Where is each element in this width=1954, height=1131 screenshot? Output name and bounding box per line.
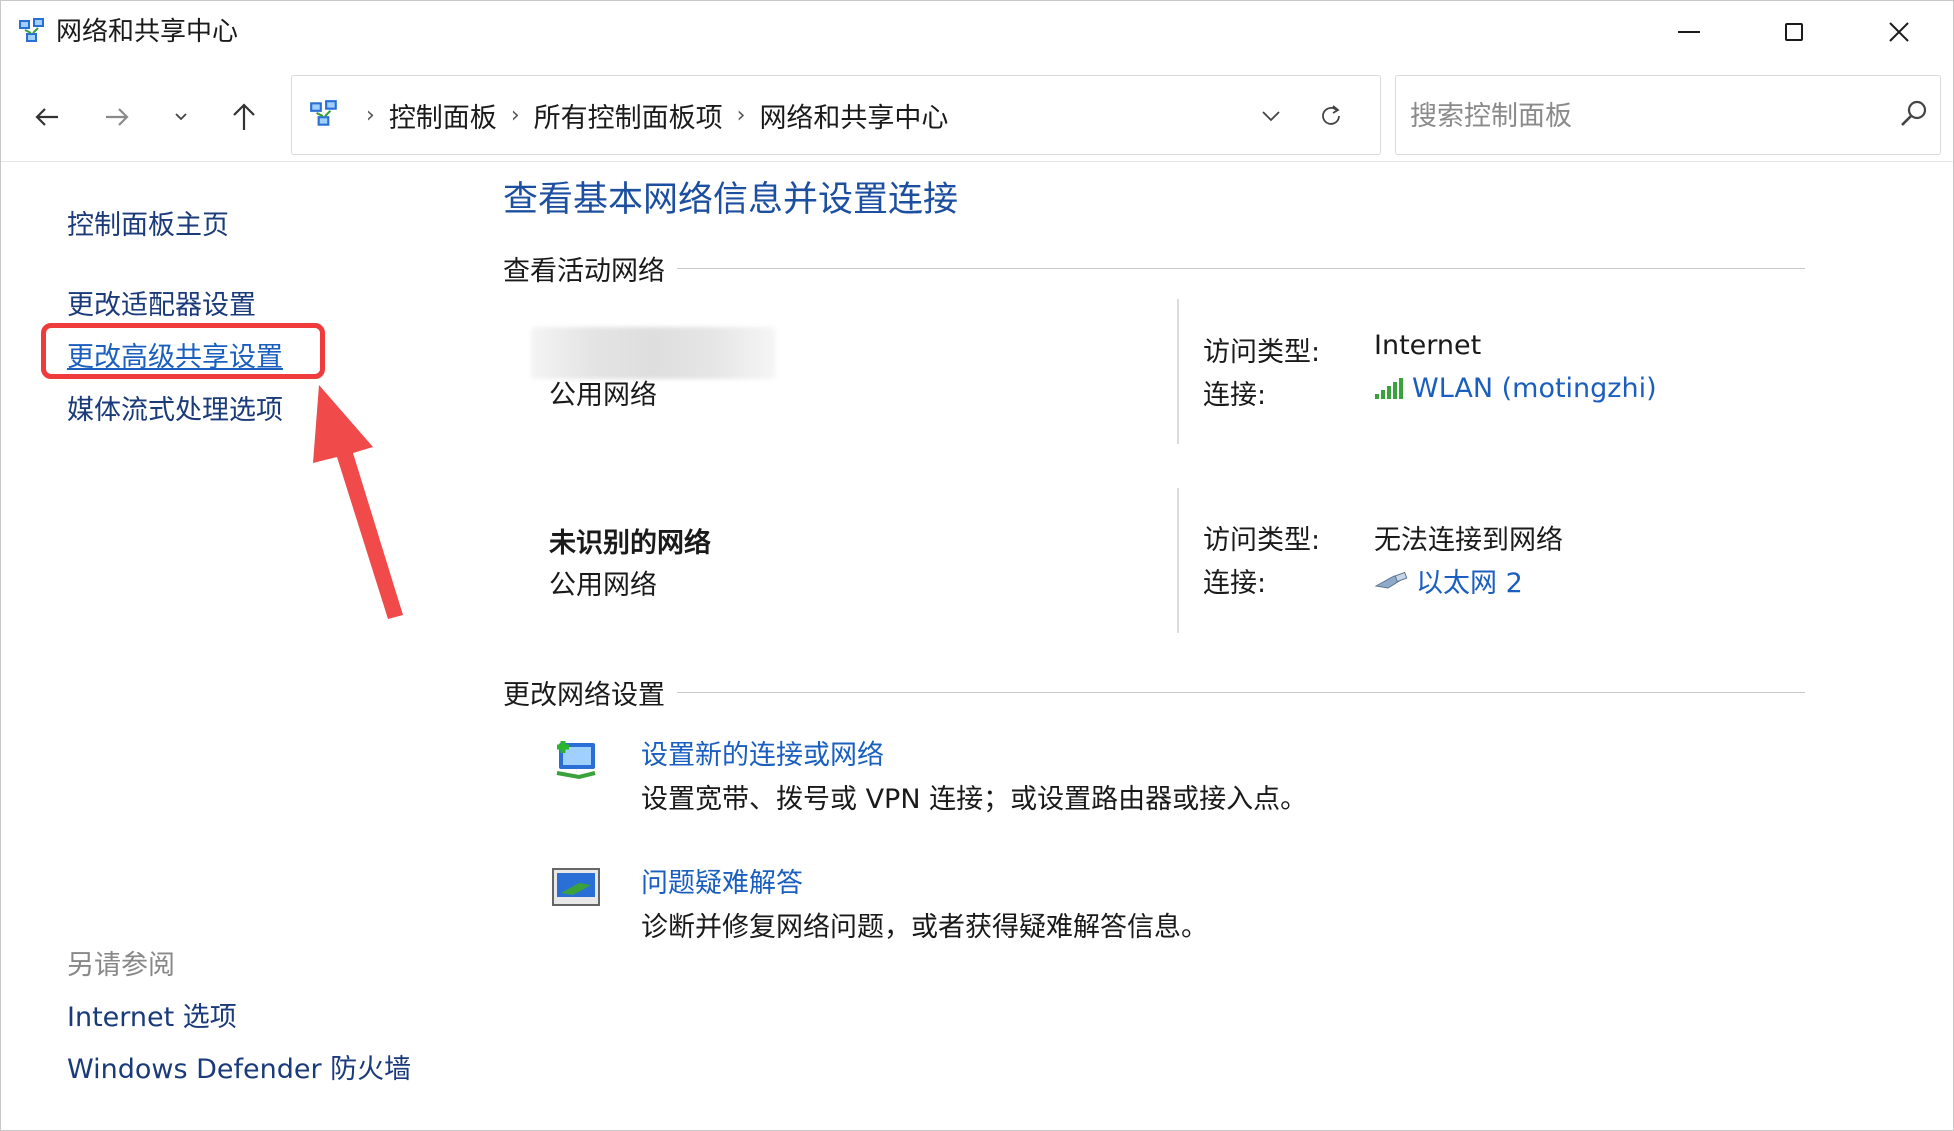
forward-button[interactable]	[93, 93, 141, 141]
see-also-label: 另请参阅	[67, 950, 175, 981]
change-adapter-settings-link[interactable]: 更改适配器设置	[67, 283, 256, 322]
search-box	[1395, 75, 1941, 155]
control-panel-icon	[310, 100, 337, 126]
control-panel-home-link[interactable]: 控制面板主页	[67, 203, 229, 242]
arrow-right-icon	[106, 108, 129, 126]
ethernet-icon	[1374, 571, 1408, 589]
wifi-signal-icon	[1375, 377, 1403, 399]
network-type: 公用网络	[549, 570, 657, 601]
chevron-down-icon	[1262, 111, 1280, 122]
connection-label: 连接:	[1203, 380, 1267, 411]
internet-options-link[interactable]: Internet 选项	[67, 995, 237, 1034]
address-bar[interactable]: › 控制面板 › 所有控制面板项 › 网络和共享中心	[291, 75, 1381, 155]
setup-new-connection-link[interactable]: 设置新的连接或网络	[641, 733, 884, 772]
breadcrumb-separator[interactable]: ›	[737, 103, 746, 128]
minimize-button[interactable]	[1641, 1, 1737, 63]
wlan-connection-link[interactable]: WLAN (motingzhi)	[1374, 373, 1657, 404]
annotation-arrow	[313, 385, 403, 619]
breadcrumb-separator[interactable]: ›	[511, 103, 520, 128]
breadcrumb: › 控制面板 › 所有控制面板项 › 网络和共享中心	[352, 76, 948, 154]
up-button[interactable]	[220, 93, 268, 141]
maximize-icon	[1785, 23, 1803, 41]
network-type: 公用网络	[549, 380, 657, 411]
access-type-value: 无法连接到网络	[1374, 525, 1563, 556]
divider	[1177, 299, 1179, 444]
change-network-settings-label: 更改网络设置	[503, 680, 665, 711]
recent-locations-button[interactable]	[157, 93, 205, 141]
divider	[677, 692, 1805, 693]
troubleshoot-problems-link[interactable]: 问题疑难解答	[641, 861, 803, 900]
minimize-icon	[1678, 31, 1700, 33]
left-pane: 控制面板主页 更改适配器设置 更改高级共享设置 媒体流式处理选项 另请参阅 In…	[1, 163, 471, 1129]
refresh-button[interactable]	[1307, 92, 1355, 140]
arrow-up-icon	[233, 103, 255, 130]
close-button[interactable]	[1851, 1, 1947, 63]
window: 网络和共享中心 › 控制面板 › 所有控制面板项 › 网络和共享中心 搜索控制面…	[0, 0, 1954, 1131]
divider	[1177, 488, 1179, 633]
ethernet-connection-link[interactable]: 以太网 2	[1374, 561, 1523, 600]
search-input[interactable]	[1408, 94, 1872, 138]
address-dropdown-button[interactable]	[1247, 92, 1295, 140]
main-pane: 查看基本网络信息并设置连接 查看活动网络 公用网络 访问类型: Internet…	[471, 163, 1951, 1129]
close-icon	[1889, 22, 1909, 42]
task-description: 诊断并修复网络问题，或者获得疑难解答信息。	[641, 912, 1208, 943]
connection-name[interactable]: 以太网 2	[1416, 561, 1523, 600]
breadcrumb-control-panel[interactable]: 控制面板	[389, 96, 497, 135]
connection-label: 连接:	[1203, 568, 1267, 599]
back-button[interactable]	[23, 93, 71, 141]
change-network-settings-header: 更改网络设置	[503, 673, 1805, 712]
chevron-down-icon	[175, 113, 187, 121]
highlight-box	[41, 323, 325, 379]
access-type-value: Internet	[1374, 330, 1482, 361]
troubleshoot-icon	[552, 868, 600, 906]
breadcrumb-network-center[interactable]: 网络和共享中心	[759, 96, 948, 135]
refresh-icon	[1322, 105, 1340, 125]
windows-defender-firewall-link[interactable]: Windows Defender 防火墙	[67, 1047, 411, 1086]
active-networks-header: 查看活动网络	[503, 249, 1805, 288]
network-name: 未识别的网络	[549, 528, 711, 559]
media-streaming-options-link[interactable]: 媒体流式处理选项	[67, 388, 283, 427]
divider	[677, 268, 1805, 269]
task-description: 设置宽带、拨号或 VPN 连接；或设置路由器或接入点。	[641, 784, 1308, 815]
title-bar: 网络和共享中心	[1, 1, 1953, 63]
network-center-icon	[19, 18, 44, 42]
breadcrumb-separator: ›	[366, 102, 375, 128]
window-title: 网络和共享中心	[56, 17, 239, 47]
connection-name[interactable]: WLAN (motingzhi)	[1412, 373, 1657, 404]
search-icon[interactable]	[1896, 96, 1932, 132]
network-name-blurred	[531, 327, 776, 379]
navigation-bar: › 控制面板 › 所有控制面板项 › 网络和共享中心	[1, 71, 1953, 162]
access-type-label: 访问类型:	[1203, 337, 1321, 368]
active-networks-label: 查看活动网络	[503, 256, 665, 287]
arrow-left-icon	[35, 108, 58, 126]
maximize-button[interactable]	[1746, 1, 1842, 63]
page-title: 查看基本网络信息并设置连接	[503, 180, 959, 220]
access-type-label: 访问类型:	[1203, 525, 1321, 556]
new-connection-icon	[556, 741, 596, 780]
breadcrumb-all-items[interactable]: 所有控制面板项	[534, 96, 723, 135]
